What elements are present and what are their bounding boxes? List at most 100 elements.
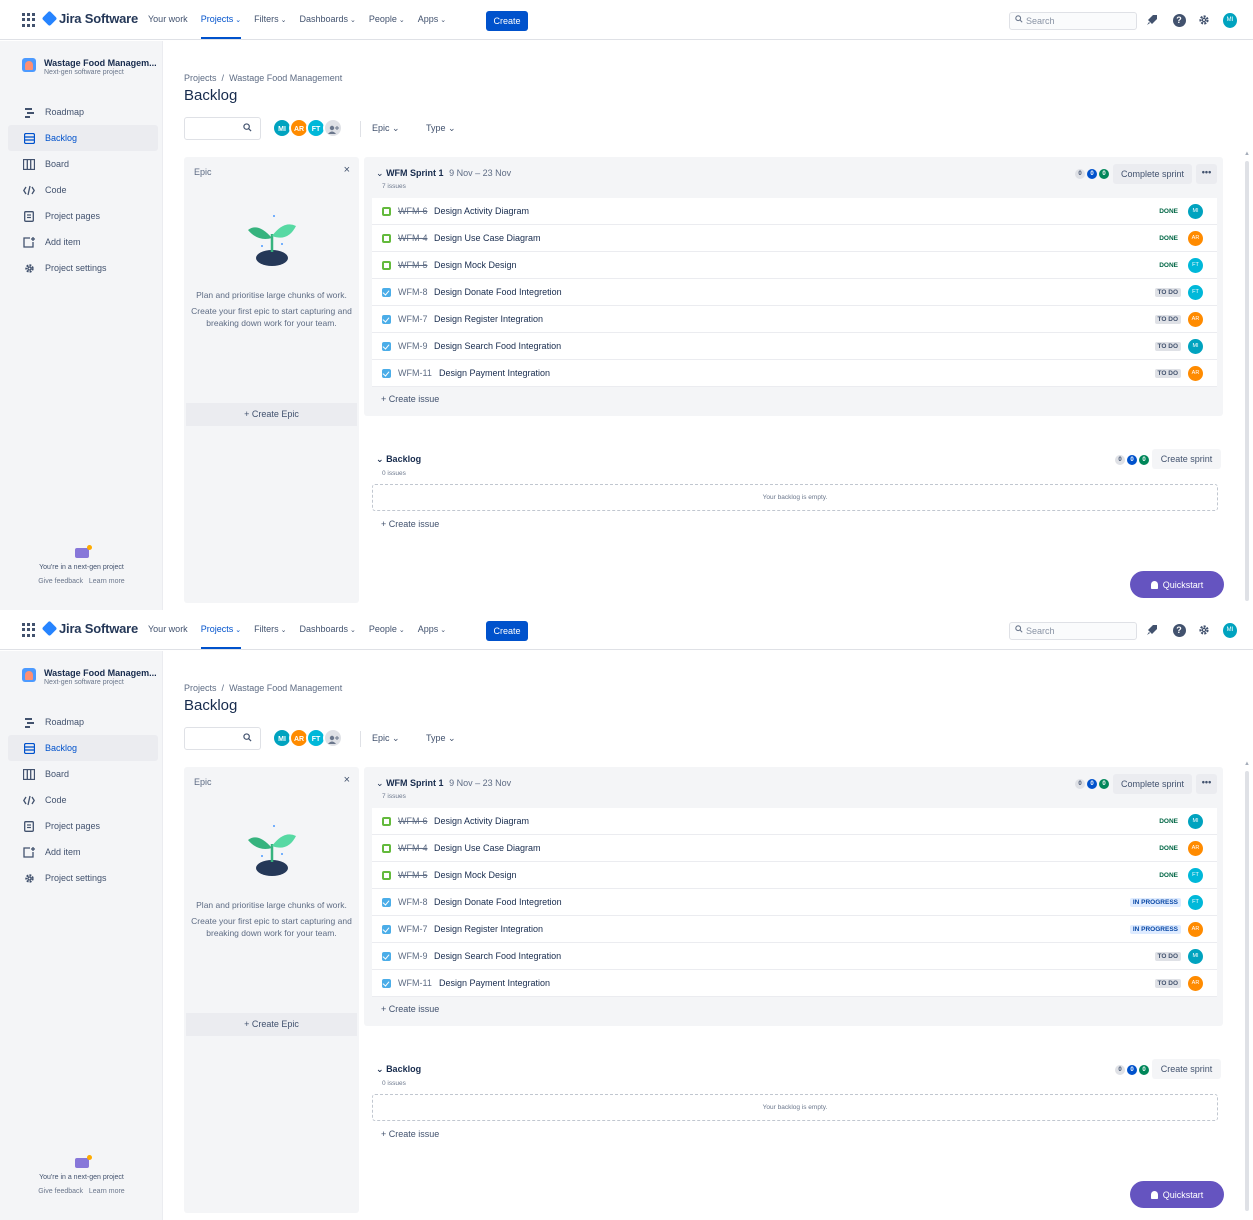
give-feedback-link[interactable]: Give feedback	[38, 1188, 83, 1195]
sidebar-item-code[interactable]: Code	[8, 177, 158, 203]
issue-summary[interactable]: Design Use Case Diagram	[434, 843, 541, 853]
project-header[interactable]: Wastage Food Managem... Next-gen softwar…	[22, 58, 157, 76]
gear-icon[interactable]	[1197, 13, 1211, 27]
issue-key[interactable]: WFM-5	[398, 260, 428, 270]
create-sprint-button[interactable]: Create sprint	[1152, 449, 1221, 469]
close-icon[interactable]: ×	[344, 774, 350, 786]
menu-your-work[interactable]: Your work	[148, 624, 188, 650]
status-badge[interactable]: DONE	[1156, 817, 1181, 826]
assignee-avatar[interactable]: AR	[1188, 231, 1203, 246]
menu-filters[interactable]: Filters ⌄	[254, 624, 286, 650]
sidebar-item-board[interactable]: Board	[8, 761, 158, 787]
issue-row[interactable]: WFM-7 Design Register Integration IN PROGR…	[372, 916, 1217, 943]
help-icon[interactable]: ?	[1172, 623, 1186, 637]
sidebar-item-project-pages[interactable]: Project pages	[8, 813, 158, 839]
issue-row[interactable]: WFM-6 Design Activity Diagram DONE MI	[372, 808, 1217, 835]
issue-key[interactable]: WFM-5	[398, 870, 428, 880]
issue-row[interactable]: WFM-7 Design Register Integration TO DO AR	[372, 306, 1217, 333]
search-input[interactable]: Search	[1009, 12, 1137, 30]
sidebar-item-project-pages[interactable]: Project pages	[8, 203, 158, 229]
project-header[interactable]: Wastage Food Managem... Next-gen softwar…	[22, 668, 157, 686]
scrollbar-track[interactable]	[1245, 161, 1249, 601]
issue-row[interactable]: WFM-5 Design Mock Design DONE FT	[372, 862, 1217, 889]
menu-projects[interactable]: Projects ⌄	[200, 624, 242, 650]
assignee-avatar[interactable]: AR	[1188, 841, 1203, 856]
sprint-header[interactable]: ⌄ WFM Sprint 1 9 Nov – 23 Nov	[376, 168, 511, 179]
quickstart-button[interactable]: Quickstart	[1130, 1181, 1224, 1208]
status-badge[interactable]: TO DO	[1154, 979, 1181, 988]
issue-row[interactable]: WFM-5 Design Mock Design DONE FT	[372, 252, 1217, 279]
sidebar-item-project-settings[interactable]: Project settings	[8, 865, 158, 891]
issue-key[interactable]: WFM-4	[398, 843, 428, 853]
sidebar-item-roadmap[interactable]: Roadmap	[8, 709, 158, 735]
sprint-header[interactable]: ⌄ WFM Sprint 1 9 Nov – 23 Nov	[376, 778, 511, 789]
type-filter-dropdown[interactable]: Type ⌄	[426, 123, 456, 134]
sidebar-item-roadmap[interactable]: Roadmap	[8, 99, 158, 125]
issue-key[interactable]: WFM-7	[398, 314, 428, 324]
notifications-icon[interactable]	[1145, 13, 1159, 27]
issue-row[interactable]: WFM-4 Design Use Case Diagram DONE AR	[372, 835, 1217, 862]
sidebar-item-board[interactable]: Board	[8, 151, 158, 177]
assignee-avatar[interactable]: FT	[1188, 895, 1203, 910]
create-issue-button[interactable]: + Create issue	[381, 1129, 439, 1139]
user-avatar[interactable]: MI	[1223, 622, 1237, 638]
epic-filter-dropdown[interactable]: Epic ⌄	[372, 733, 400, 744]
sidebar-item-add-item[interactable]: Add item	[8, 839, 158, 865]
status-badge[interactable]: IN PROGRESS	[1129, 925, 1181, 934]
issue-row[interactable]: WFM-6 Design Activity Diagram DONE MI	[372, 198, 1217, 225]
notifications-icon[interactable]	[1145, 623, 1159, 637]
issue-summary[interactable]: Design Mock Design	[434, 260, 517, 270]
create-issue-button[interactable]: + Create issue	[381, 519, 439, 529]
status-badge[interactable]: DONE	[1156, 261, 1181, 270]
breadcrumb-projects[interactable]: Projects	[184, 683, 217, 693]
backlog-search-input[interactable]	[184, 117, 261, 140]
more-icon[interactable]: •••	[1196, 774, 1217, 794]
breadcrumb-projects[interactable]: Projects	[184, 73, 217, 83]
issue-key[interactable]: WFM-6	[398, 816, 428, 826]
issue-row[interactable]: WFM-4 Design Use Case Diagram DONE AR	[372, 225, 1217, 252]
issue-key[interactable]: WFM-4	[398, 233, 428, 243]
assignee-avatar[interactable]: MI	[1188, 204, 1203, 219]
issue-summary[interactable]: Design Donate Food Integretion	[434, 287, 562, 297]
breadcrumb-project[interactable]: Wastage Food Management	[229, 73, 342, 83]
issue-key[interactable]: WFM-8	[398, 287, 428, 297]
learn-more-link[interactable]: Learn more	[89, 578, 125, 585]
user-avatar[interactable]: MI	[1223, 12, 1237, 28]
status-badge[interactable]: IN PROGRESS	[1129, 898, 1181, 907]
issue-summary[interactable]: Design Search Food Integration	[434, 951, 561, 961]
close-icon[interactable]: ×	[344, 164, 350, 176]
status-badge[interactable]: DONE	[1156, 871, 1181, 880]
give-feedback-link[interactable]: Give feedback	[38, 578, 83, 585]
assignee-avatar[interactable]: FT	[1188, 285, 1203, 300]
menu-projects[interactable]: Projects ⌄	[200, 14, 242, 40]
issue-row[interactable]: WFM-8 Design Donate Food Integretion TO DO…	[372, 279, 1217, 306]
scrollbar-track[interactable]	[1245, 771, 1249, 1211]
assignee-avatar[interactable]: AR	[1188, 366, 1203, 381]
assignee-avatar[interactable]: MI	[1188, 339, 1203, 354]
menu-filters[interactable]: Filters ⌄	[254, 14, 286, 40]
add-people-icon[interactable]	[323, 728, 343, 748]
issue-key[interactable]: WFM-8	[398, 897, 428, 907]
issue-summary[interactable]: Design Register Integration	[434, 314, 543, 324]
breadcrumb-project[interactable]: Wastage Food Management	[229, 683, 342, 693]
gear-icon[interactable]	[1197, 623, 1211, 637]
backlog-search-input[interactable]	[184, 727, 261, 750]
status-badge[interactable]: TO DO	[1154, 369, 1181, 378]
sidebar-item-backlog[interactable]: Backlog	[8, 125, 158, 151]
create-issue-button[interactable]: + Create issue	[381, 1004, 439, 1014]
issue-row[interactable]: WFM-9 Design Search Food Integration TO DO…	[372, 943, 1217, 970]
sidebar-item-project-settings[interactable]: Project settings	[8, 255, 158, 281]
issue-row[interactable]: WFM-8 Design Donate Food Integretion IN PR…	[372, 889, 1217, 916]
assignee-avatar[interactable]: FT	[1188, 868, 1203, 883]
issue-summary[interactable]: Design Donate Food Integretion	[434, 897, 562, 907]
menu-apps[interactable]: Apps ⌄	[418, 624, 446, 650]
issue-summary[interactable]: Design Search Food Integration	[434, 341, 561, 351]
create-issue-button[interactable]: + Create issue	[381, 394, 439, 404]
scroll-up-icon[interactable]: ▲	[1243, 761, 1251, 767]
type-filter-dropdown[interactable]: Type ⌄	[426, 733, 456, 744]
issue-summary[interactable]: Design Payment Integration	[439, 978, 550, 988]
issue-summary[interactable]: Design Mock Design	[434, 870, 517, 880]
issue-key[interactable]: WFM-11	[398, 368, 432, 378]
quickstart-button[interactable]: Quickstart	[1130, 571, 1224, 598]
app-switcher-icon[interactable]	[22, 13, 36, 27]
